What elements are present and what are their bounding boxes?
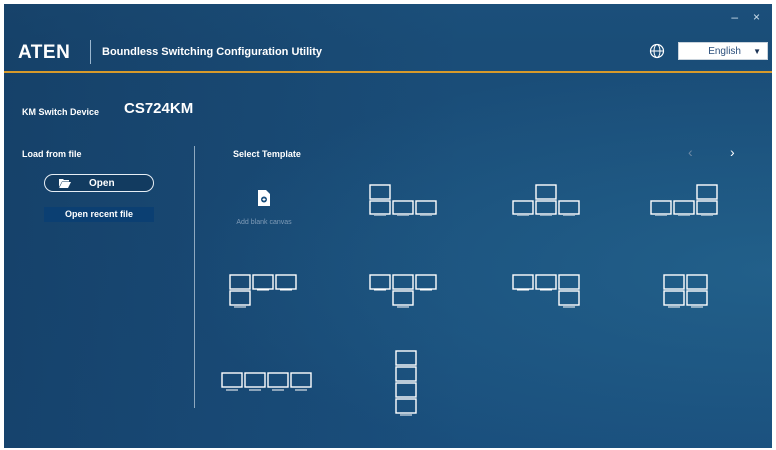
- template-layout-7[interactable]: [660, 274, 710, 310]
- language-select[interactable]: English ▼: [678, 42, 768, 60]
- header-divider: [90, 40, 91, 64]
- app-title: Boundless Switching Configuration Utilit…: [102, 46, 322, 58]
- template-layout-4[interactable]: [229, 274, 301, 310]
- template-layout-1[interactable]: [369, 184, 441, 216]
- template-layout-6[interactable]: [512, 274, 584, 310]
- header-accent-line: [4, 71, 772, 73]
- device-name: CS724KM: [124, 100, 194, 117]
- template-layout-3[interactable]: [650, 184, 722, 216]
- template-layout-9[interactable]: [394, 350, 418, 416]
- language-value: English: [708, 46, 741, 57]
- add-blank-canvas-tile[interactable]: Add blank canvas: [229, 190, 299, 230]
- template-layout-5[interactable]: [369, 274, 441, 310]
- folder-open-icon: [59, 179, 71, 188]
- chevron-down-icon: ▼: [753, 47, 761, 56]
- template-layout-8[interactable]: [221, 372, 317, 394]
- logo-text: ATEN: [18, 42, 71, 63]
- panel-divider: [194, 146, 195, 408]
- load-from-file-title: Load from file: [22, 149, 82, 159]
- add-document-icon: [258, 190, 270, 206]
- open-recent-file-button[interactable]: Open recent file: [44, 207, 154, 222]
- close-button[interactable]: ×: [753, 10, 760, 24]
- add-blank-canvas-label: Add blank canvas: [236, 219, 292, 226]
- open-button[interactable]: Open: [44, 174, 154, 192]
- chevron-left-icon[interactable]: ‹: [688, 144, 693, 160]
- aten-logo: ATEN: [18, 42, 70, 64]
- device-label: KM Switch Device: [22, 107, 100, 117]
- minimize-button[interactable]: –: [731, 10, 738, 24]
- globe-icon: [649, 43, 665, 59]
- select-template-title: Select Template: [233, 149, 301, 159]
- app-window: – × ATEN Boundless Switching Configurati…: [4, 4, 772, 448]
- chevron-right-icon[interactable]: ›: [730, 144, 735, 160]
- template-layout-2[interactable]: [512, 184, 584, 216]
- open-button-label: Open: [89, 178, 115, 189]
